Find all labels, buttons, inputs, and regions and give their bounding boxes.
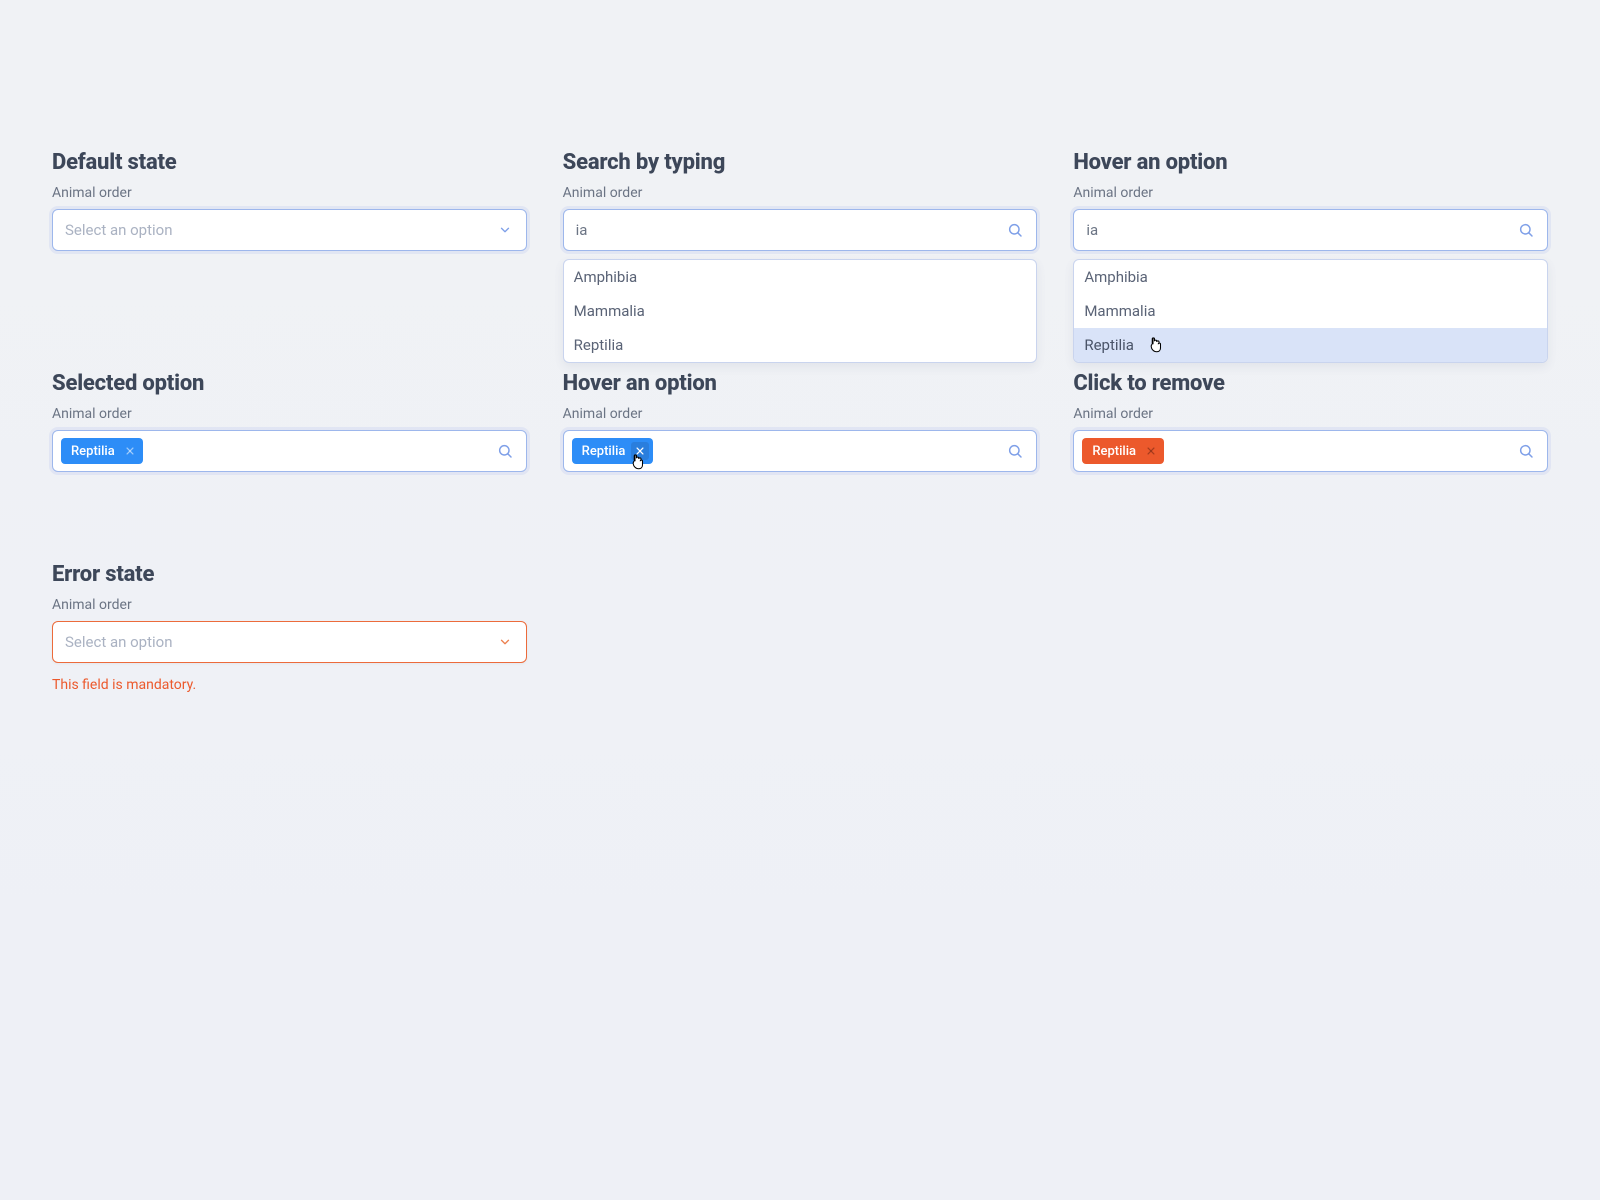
dropdown-panel: Amphibia Mammalia Reptilia [1073, 259, 1548, 363]
field-label: Animal order [563, 185, 1038, 201]
dropdown-option[interactable]: Amphibia [1074, 260, 1547, 294]
dropdown-option[interactable]: Reptilia [564, 328, 1037, 362]
selected-chip[interactable]: Reptilia [61, 438, 143, 464]
section-search-by-typing: Search by typing Animal order ia Amphibi… [563, 150, 1038, 251]
field-label: Animal order [52, 185, 527, 201]
dropdown-option[interactable]: Amphibia [564, 260, 1037, 294]
section-hover-chip: Hover an option Animal order Reptilia [563, 371, 1038, 472]
search-text: ia [576, 221, 588, 239]
dropdown-option[interactable]: Mammalia [1074, 294, 1547, 328]
select-input[interactable]: Reptilia [1073, 430, 1548, 472]
select-input[interactable]: Reptilia [52, 430, 527, 472]
search-text: ia [1086, 221, 1098, 239]
select-search-input[interactable]: ia [563, 209, 1038, 251]
search-icon [1006, 221, 1024, 239]
select-input-error[interactable]: Select an option [52, 621, 527, 663]
select-placeholder: Select an option [65, 221, 172, 239]
search-icon [1517, 442, 1535, 460]
field-label: Animal order [1073, 406, 1548, 422]
section-selected-option: Selected option Animal order Reptilia [52, 371, 527, 472]
section-heading: Search by typing [563, 150, 1038, 175]
chip-remove-icon[interactable] [1142, 442, 1160, 460]
field-label: Animal order [52, 406, 527, 422]
search-icon [1517, 221, 1535, 239]
chip-label: Reptilia [71, 444, 115, 459]
section-heading: Selected option [52, 371, 527, 396]
section-heading: Click to remove [1073, 371, 1548, 396]
section-default-state: Default state Animal order Select an opt… [52, 150, 527, 251]
chip-remove-icon[interactable] [121, 442, 139, 460]
chevron-down-icon [496, 633, 514, 651]
chip-remove-icon[interactable] [631, 442, 649, 460]
chip-label: Reptilia [582, 444, 626, 459]
selected-chip[interactable]: Reptilia [572, 438, 654, 464]
select-input[interactable]: Select an option [52, 209, 527, 251]
section-heading: Default state [52, 150, 527, 175]
select-placeholder: Select an option [65, 633, 172, 651]
field-label: Animal order [52, 597, 527, 613]
section-hover-option: Hover an option Animal order ia Amphibia… [1073, 150, 1548, 251]
section-heading: Hover an option [1073, 150, 1548, 175]
search-icon [1006, 442, 1024, 460]
field-label: Animal order [1073, 185, 1548, 201]
section-click-to-remove: Click to remove Animal order Reptilia [1073, 371, 1548, 472]
select-search-input[interactable]: ia [1073, 209, 1548, 251]
section-heading: Error state [52, 562, 527, 587]
field-label: Animal order [563, 406, 1038, 422]
dropdown-option-hovered[interactable]: Reptilia [1074, 328, 1547, 362]
section-error-state: Error state Animal order Select an optio… [52, 562, 527, 693]
error-message: This field is mandatory. [52, 677, 527, 693]
chip-label: Reptilia [1092, 444, 1136, 459]
dropdown-option[interactable]: Mammalia [564, 294, 1037, 328]
chevron-down-icon [496, 221, 514, 239]
section-heading: Hover an option [563, 371, 1038, 396]
select-input[interactable]: Reptilia [563, 430, 1038, 472]
dropdown-panel: Amphibia Mammalia Reptilia [563, 259, 1038, 363]
search-icon [496, 442, 514, 460]
selected-chip-removing[interactable]: Reptilia [1082, 438, 1164, 464]
